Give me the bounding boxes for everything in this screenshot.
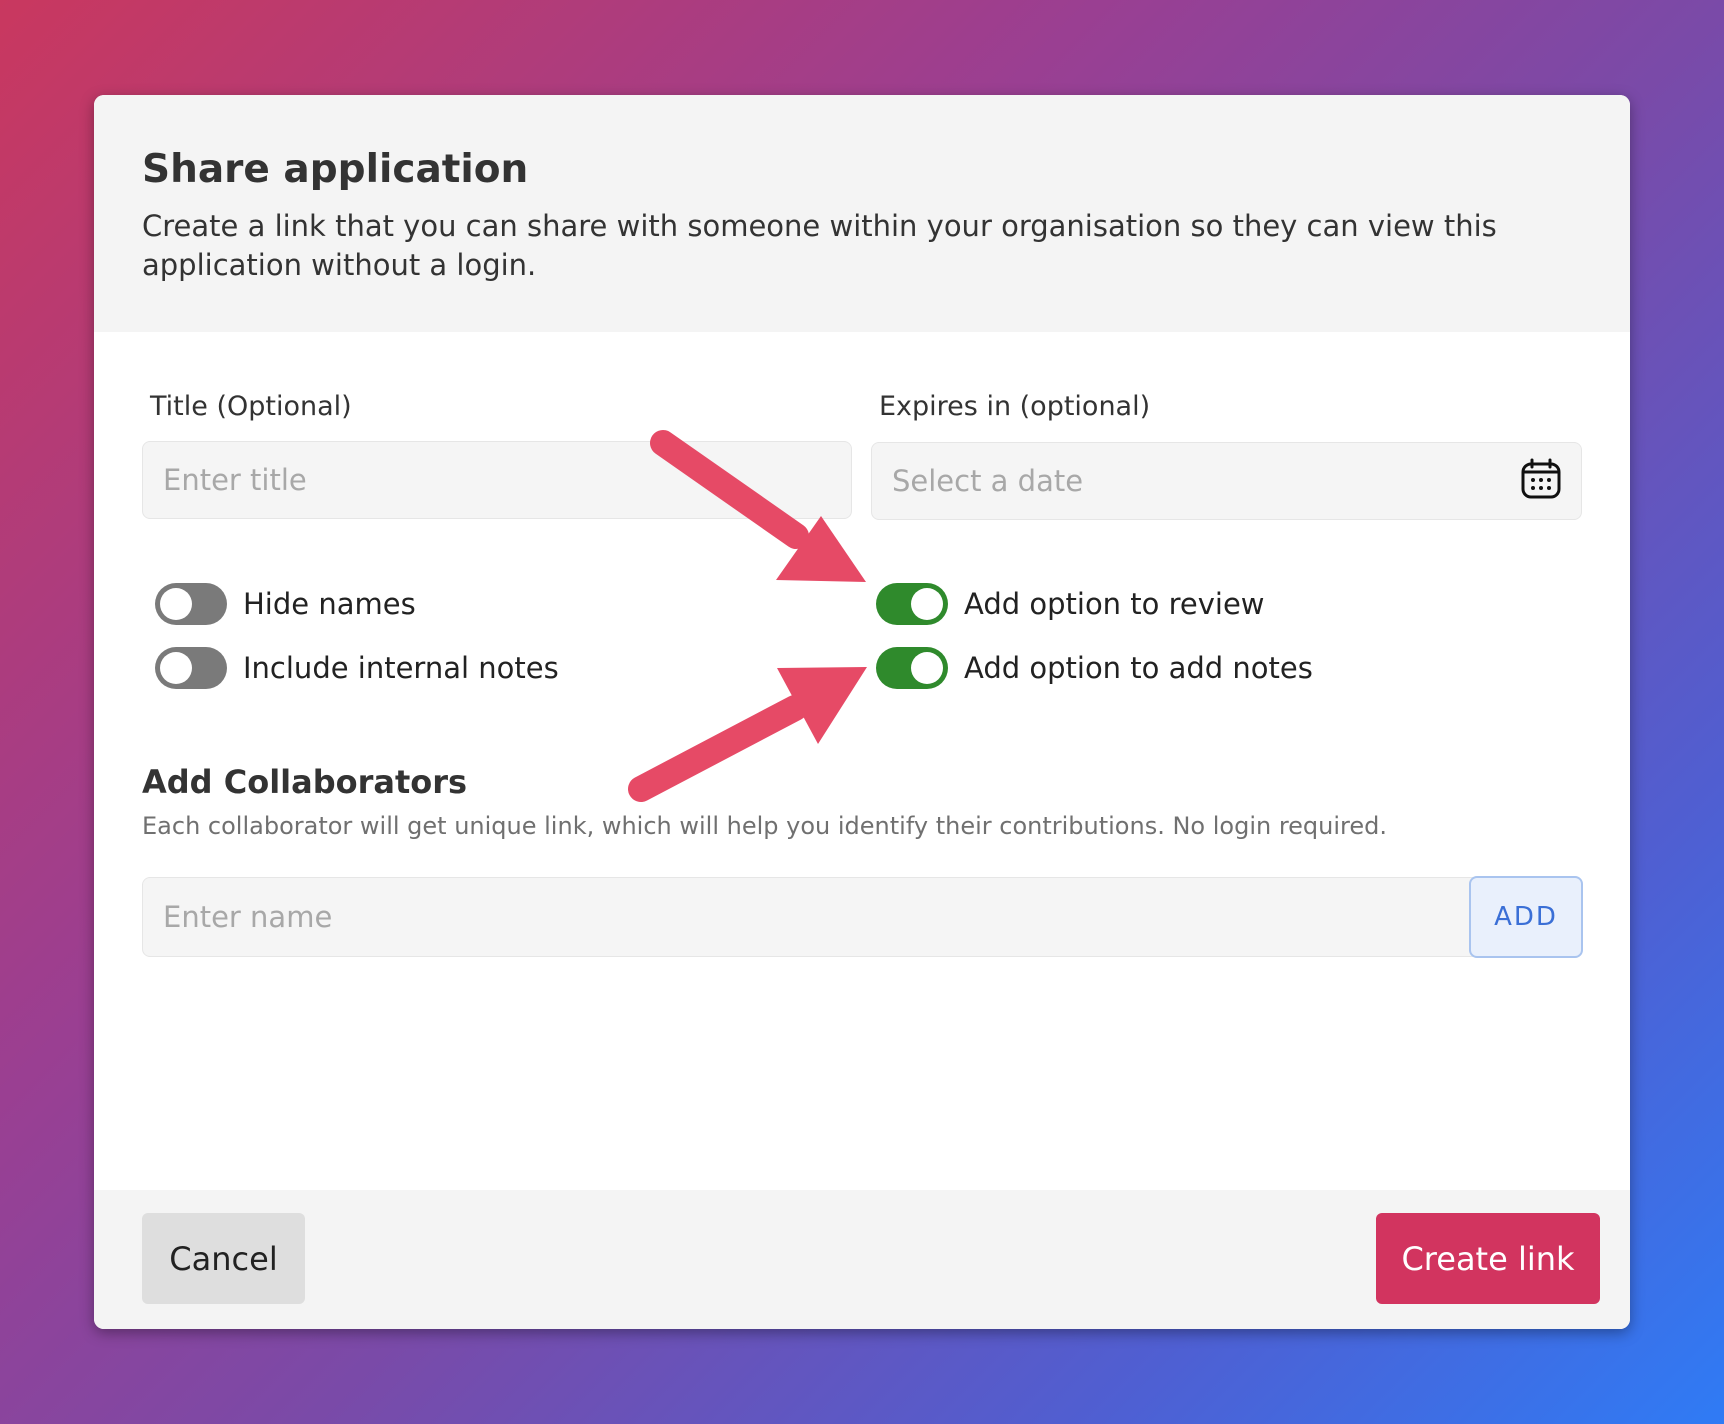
include-internal-notes-label: Include internal notes	[243, 651, 559, 685]
add-option-to-add-notes-row: Add option to add notes	[876, 647, 1313, 689]
create-link-button[interactable]: Create link	[1376, 1213, 1600, 1304]
expires-label: Expires in (optional)	[879, 391, 1151, 422]
toggle-knob	[160, 652, 192, 684]
toggle-knob	[160, 588, 192, 620]
add-option-to-add-notes-toggle[interactable]	[876, 647, 948, 689]
collaborator-name-input[interactable]	[142, 877, 1549, 957]
cancel-button[interactable]: Cancel	[142, 1213, 305, 1304]
toggle-knob	[911, 588, 943, 620]
add-option-to-add-notes-label: Add option to add notes	[964, 651, 1313, 685]
title-label: Title (Optional)	[150, 391, 352, 422]
dialog-title: Share application	[142, 147, 529, 192]
add-option-to-review-toggle[interactable]	[876, 583, 948, 625]
collaborators-title: Add Collaborators	[142, 763, 468, 801]
include-internal-notes-toggle[interactable]	[155, 647, 227, 689]
hide-names-label: Hide names	[243, 587, 416, 621]
collaborators-description: Each collaborator will get unique link, …	[142, 812, 1388, 840]
dialog-header: Share application Create a link that you…	[94, 95, 1630, 332]
add-option-to-review-label: Add option to review	[964, 587, 1265, 621]
hide-names-toggle[interactable]	[155, 583, 227, 625]
hide-names-row: Hide names	[155, 583, 416, 625]
include-internal-notes-row: Include internal notes	[155, 647, 559, 689]
expires-date-input[interactable]	[871, 442, 1582, 520]
calendar-icon[interactable]	[1519, 457, 1563, 501]
title-input[interactable]	[142, 441, 852, 519]
add-option-to-review-row: Add option to review	[876, 583, 1265, 625]
toggle-knob	[911, 652, 943, 684]
add-collaborator-button[interactable]: ADD	[1469, 876, 1583, 958]
share-application-dialog: Share application Create a link that you…	[94, 95, 1630, 1329]
dialog-description: Create a link that you can share with so…	[142, 209, 1497, 282]
